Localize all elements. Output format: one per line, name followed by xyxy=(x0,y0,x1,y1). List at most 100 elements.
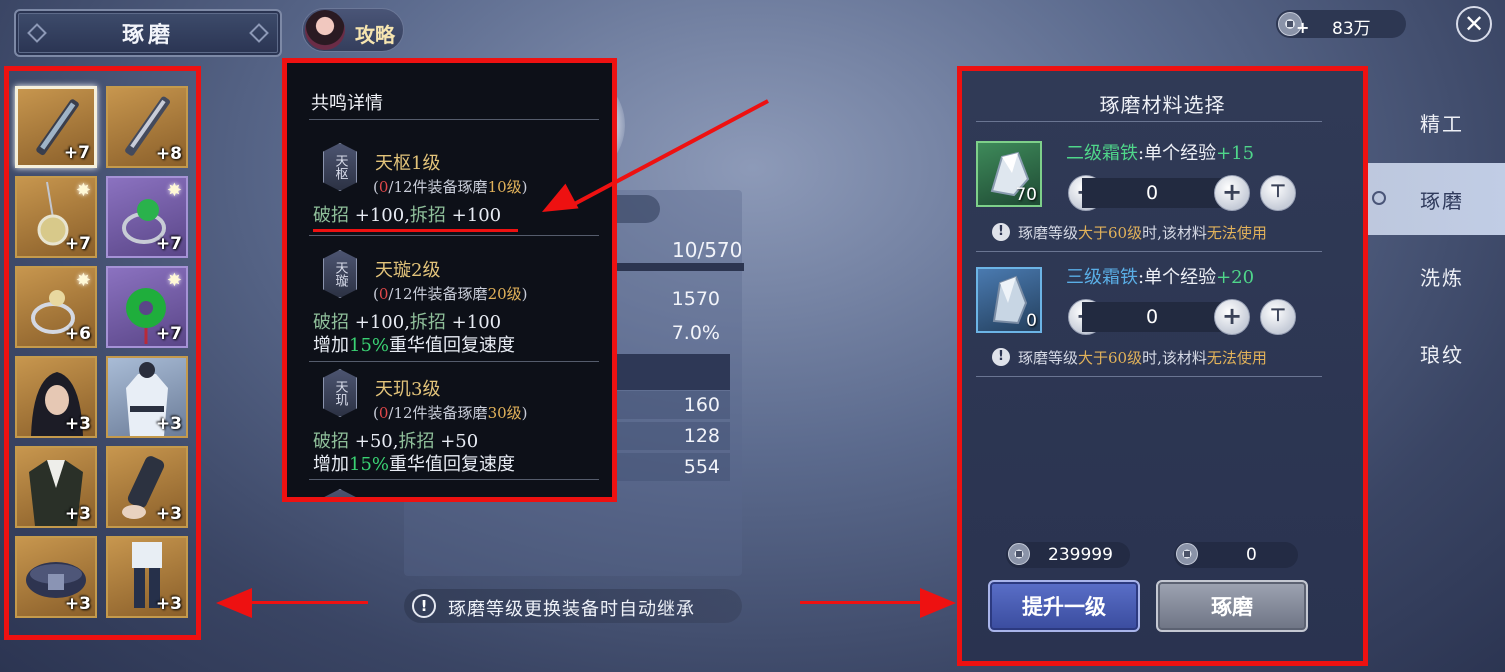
divider xyxy=(976,376,1322,377)
tier-badge-icon xyxy=(323,489,357,497)
cost-value: 239999 xyxy=(1048,545,1113,565)
equipment-slot[interactable]: +3 xyxy=(15,446,97,528)
enhance-level: +7 xyxy=(155,234,182,254)
tab-label: 洗炼 xyxy=(1420,266,1464,290)
annotation-arrow-head xyxy=(920,588,956,618)
tab-label: 琅纹 xyxy=(1420,343,1464,367)
tier-extra-bonus: 增加15%重华值回复速度 xyxy=(313,335,516,356)
tab-label: 精工 xyxy=(1420,112,1464,136)
material-name: 三级霜铁:单个经验+20 xyxy=(1066,267,1255,288)
equipment-slot[interactable]: +3 xyxy=(106,356,188,438)
tier-badge-icon: 天璇 xyxy=(323,250,357,298)
tab-wash[interactable]: 洗炼 xyxy=(1368,240,1505,312)
auto-inherit-notice: ! 琢磨等级更换装备时自动继承 xyxy=(404,589,742,623)
cost-display: 239999 xyxy=(1006,542,1130,568)
underline-highlight xyxy=(313,229,518,232)
add-currency-icon[interactable]: + xyxy=(1296,18,1309,37)
stat-row-value: 128 xyxy=(683,425,720,447)
warning-icon: ! xyxy=(992,223,1010,241)
tab-marker-icon xyxy=(1372,191,1386,205)
increase-button[interactable]: + xyxy=(1214,175,1250,211)
enhance-level: +8 xyxy=(155,144,182,164)
close-button[interactable]: ✕ xyxy=(1456,6,1492,42)
sparkle-icon: ✸ xyxy=(75,180,91,201)
plus-icon: + xyxy=(1221,178,1243,206)
divider xyxy=(309,119,599,120)
material-count: 70 xyxy=(1015,185,1037,205)
material-count: 0 xyxy=(1026,311,1037,331)
page-title: 琢磨 xyxy=(121,22,174,48)
max-button[interactable]: ⊤ xyxy=(1260,299,1296,335)
tab-polish[interactable]: 琢磨 xyxy=(1368,163,1505,235)
guide-avatar-icon xyxy=(305,10,345,50)
equipment-slot[interactable]: ✸ +7 xyxy=(106,266,188,348)
equipment-slot[interactable]: +3 xyxy=(15,536,97,618)
sparkle-icon: ✸ xyxy=(75,270,91,291)
tab-label: 琢磨 xyxy=(1420,189,1464,213)
tier-name: 天璇2级 xyxy=(375,260,441,281)
divider xyxy=(976,251,1322,252)
material-title: 琢磨材料选择 xyxy=(1099,93,1226,117)
stat-row-value: 554 xyxy=(683,456,720,478)
enhance-level: +7 xyxy=(63,143,90,163)
tier-badge-icon: 天玑 xyxy=(323,369,357,417)
frost-iron-2-icon[interactable]: 70 xyxy=(976,141,1042,207)
quantity-field[interactable]: 0 xyxy=(1082,178,1222,208)
equipment-slot[interactable]: +3 xyxy=(15,356,97,438)
enhance-level: +3 xyxy=(155,504,182,524)
material-name: 二级霜铁:单个经验+15 xyxy=(1066,143,1255,164)
ornament-icon xyxy=(27,23,47,43)
tier-extra-bonus: 增加15%重华值回复速度 xyxy=(313,454,516,475)
guide-button[interactable]: 攻略 xyxy=(302,8,404,52)
annotation-arrow-head xyxy=(216,588,252,618)
tier-requirement: (0/12件装备琢磨20级) xyxy=(373,285,528,303)
warning-icon: ! xyxy=(992,348,1010,366)
divider xyxy=(309,479,599,480)
resonance-panel: 共鸣详情 天枢 天枢1级 (0/12件装备琢磨10级) 破招 +100,拆招 +… xyxy=(282,58,617,502)
ornament-icon xyxy=(249,23,269,43)
tab-pattern[interactable]: 琅纹 xyxy=(1368,317,1505,389)
notice-text: 琢磨等级更换装备时自动继承 xyxy=(448,599,695,620)
cost-display: 0 xyxy=(1174,542,1298,568)
cost-value: 0 xyxy=(1246,545,1257,565)
currency-display[interactable]: + 83万 xyxy=(1276,10,1406,39)
tier-name: 天玑3级 xyxy=(375,379,441,400)
enhance-level: +7 xyxy=(64,234,91,254)
equipment-slot[interactable]: +8 xyxy=(106,86,188,168)
equipment-slot[interactable]: ✸ +7 xyxy=(106,176,188,258)
tier-requirement: (0/12件装备琢磨30级) xyxy=(373,404,528,422)
tier-badge-icon: 天枢 xyxy=(323,143,357,191)
polish-button[interactable]: 琢磨 xyxy=(1156,580,1308,632)
stat-row-value: 160 xyxy=(683,394,720,416)
equipment-slot[interactable]: ✸ +7 xyxy=(15,176,97,258)
coin-icon xyxy=(1008,543,1030,565)
tier-requirement: (0/12件装备琢磨10级) xyxy=(373,178,528,196)
plus-icon: + xyxy=(1221,302,1243,330)
tab-refine[interactable]: 精工 xyxy=(1368,86,1505,158)
stat-value: 1570 xyxy=(671,288,720,310)
close-icon: ✕ xyxy=(1463,10,1485,38)
tier-bonus: 破招 +100,拆招 +100 xyxy=(313,205,502,226)
material-warning: 琢磨等级大于60级时,该材料无法使用 xyxy=(1018,224,1267,242)
enhance-level: +3 xyxy=(155,594,182,614)
max-icon: ⊤ xyxy=(1269,305,1287,326)
upgrade-one-level-button[interactable]: 提升一级 xyxy=(988,580,1140,632)
sparkle-icon: ✸ xyxy=(166,270,182,291)
equipment-slot[interactable]: +3 xyxy=(106,536,188,618)
max-icon: ⊤ xyxy=(1269,181,1287,202)
equipment-slot[interactable]: +3 xyxy=(106,446,188,528)
equipment-slot[interactable]: ✸ +6 xyxy=(15,266,97,348)
annotation-arrow xyxy=(250,601,368,604)
enhance-level: +7 xyxy=(155,324,182,344)
divider xyxy=(309,361,599,362)
increase-button[interactable]: + xyxy=(1214,299,1250,335)
currency-amount: 83万 xyxy=(1332,19,1371,39)
frost-iron-3-icon[interactable]: 0 xyxy=(976,267,1042,333)
material-panel: 琢磨材料选择 70 二级霜铁:单个经验+15 − 0 + ⊤ ! 琢磨等级大于6… xyxy=(957,66,1368,666)
enhance-level: +3 xyxy=(64,414,91,434)
max-button[interactable]: ⊤ xyxy=(1260,175,1296,211)
equipment-slot[interactable]: +7 xyxy=(15,86,97,168)
coin-icon xyxy=(1176,543,1198,565)
material-warning: 琢磨等级大于60级时,该材料无法使用 xyxy=(1018,349,1267,367)
quantity-field[interactable]: 0 xyxy=(1082,302,1222,332)
